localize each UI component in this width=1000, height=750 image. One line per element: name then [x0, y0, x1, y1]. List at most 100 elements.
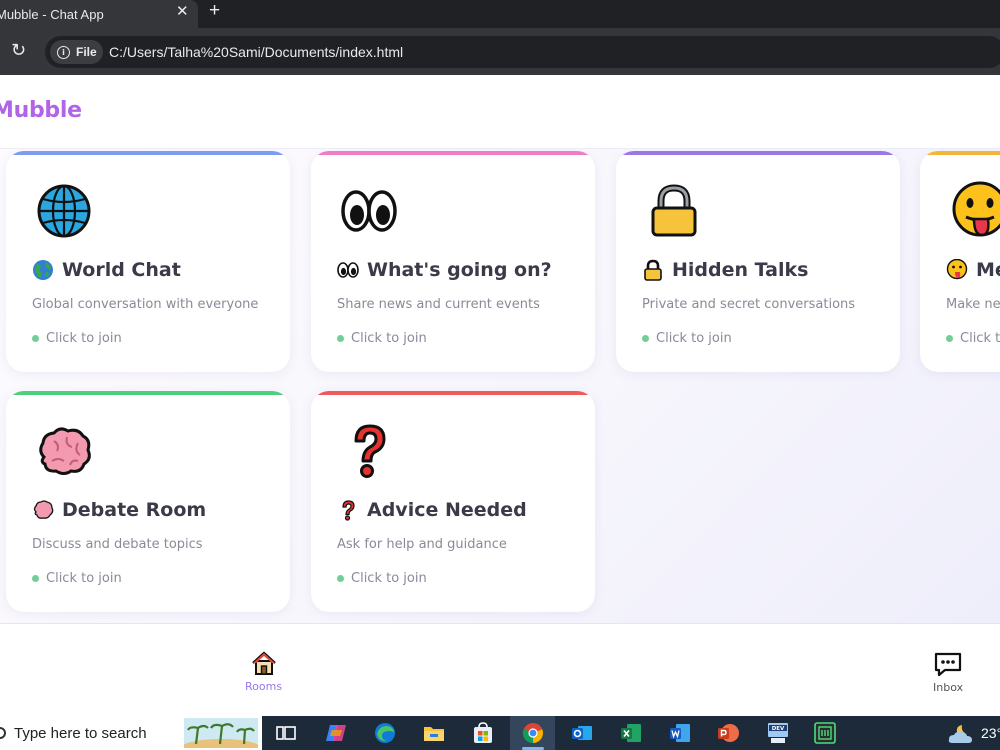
chat-bubble-icon — [934, 652, 962, 677]
room-title: Advice Needed — [337, 499, 527, 521]
join-indicator[interactable]: Click to join — [32, 571, 122, 586]
rooms-grid: World Chat Global conversation with ever… — [0, 149, 1000, 623]
room-title-text: What's going on? — [367, 259, 552, 281]
join-label: Click to join — [46, 331, 122, 346]
browser-tab[interactable]: Mubble - Chat App ✕ — [0, 0, 198, 28]
nav-inbox[interactable]: Inbox — [933, 649, 963, 694]
status-dot — [32, 575, 39, 582]
svg-text:DEV: DEV — [772, 726, 785, 732]
search-highlight-art — [184, 718, 258, 748]
task-view-icon[interactable] — [274, 721, 298, 745]
room-card-hidden-talks[interactable]: Hidden Talks Private and secret conversa… — [616, 151, 900, 372]
room-title-text: Advice Needed — [367, 499, 527, 521]
question-icon — [339, 421, 399, 481]
small-brain-icon — [32, 499, 54, 521]
room-card-debate-room[interactable]: Debate Room Discuss and debate topics Cl… — [6, 391, 290, 612]
card-accent-bar — [6, 391, 290, 395]
search-placeholder: Type here to search — [14, 724, 147, 742]
join-label: Click to — [960, 331, 1000, 346]
join-indicator[interactable]: Click to — [946, 331, 1000, 346]
join-label: Click to join — [351, 571, 427, 586]
room-card-world-chat[interactable]: World Chat Global conversation with ever… — [6, 151, 290, 372]
status-dot — [337, 575, 344, 582]
room-description: Share news and current events — [337, 297, 540, 312]
join-indicator[interactable]: Click to join — [337, 331, 427, 346]
excel-icon[interactable] — [619, 721, 643, 745]
tab-title: Mubble - Chat App — [0, 6, 104, 22]
app-header: Mubble — [0, 75, 1000, 149]
site-info-chip[interactable]: i File — [50, 40, 103, 64]
small-question-icon — [337, 499, 359, 521]
room-title-text: Me — [976, 259, 1000, 281]
browser-tab-strip: Mubble - Chat App ✕ + — [0, 0, 1000, 28]
nav-inbox-label: Inbox — [933, 681, 964, 694]
small-lock-icon — [642, 259, 664, 281]
chrome-icon[interactable] — [521, 721, 545, 745]
lock-icon — [644, 181, 704, 241]
word-icon[interactable] — [668, 721, 692, 745]
powerpoint-icon[interactable] — [716, 721, 740, 745]
store-icon[interactable] — [471, 721, 495, 745]
status-dot — [946, 335, 953, 342]
room-description: Global conversation with everyone — [32, 297, 259, 312]
room-title: Debate Room — [32, 499, 206, 521]
close-tab-icon[interactable]: ✕ — [176, 2, 189, 20]
terminal-icon[interactable] — [813, 721, 837, 745]
tongue-face-icon — [950, 181, 1000, 241]
outlook-icon[interactable] — [570, 721, 594, 745]
card-accent-bar — [311, 151, 595, 155]
browser-toolbar: ↻ i File C:/Users/Talha%20Sami/Documents… — [0, 28, 1000, 75]
url-text[interactable]: C:/Users/Talha%20Sami/Documents/index.ht… — [109, 44, 403, 60]
copilot-icon[interactable] — [324, 721, 348, 745]
room-title-text: Debate Room — [62, 499, 207, 521]
join-label: Click to join — [46, 571, 122, 586]
room-title: What's going on? — [337, 259, 552, 281]
join-indicator[interactable]: Click to join — [32, 331, 122, 346]
reload-icon[interactable]: ↻ — [11, 40, 26, 61]
join-indicator[interactable]: Click to join — [337, 571, 427, 586]
file-explorer-icon[interactable] — [422, 721, 446, 745]
temperature-readout: 23° — [981, 725, 1000, 741]
dev-tool-icon[interactable]: DEV — [766, 721, 790, 745]
card-accent-bar — [311, 391, 595, 395]
room-title: Me — [946, 259, 1000, 281]
info-icon: i — [57, 45, 70, 59]
join-label: Click to join — [351, 331, 427, 346]
join-indicator[interactable]: Click to join — [642, 331, 732, 346]
room-card-advice-needed[interactable]: Advice Needed Ask for help and guidance … — [311, 391, 595, 612]
room-card-fun[interactable]: Me Make ne Click to — [920, 151, 1000, 372]
bottom-nav: Rooms Inbox — [0, 623, 1000, 716]
os-taskbar: Type here to search DEV 23° — [0, 716, 1000, 750]
room-description: Make ne — [946, 297, 1000, 312]
card-accent-bar — [6, 151, 290, 155]
weather-cloud-moon-icon[interactable] — [948, 723, 974, 745]
room-title: Hidden Talks — [642, 259, 808, 281]
nav-rooms[interactable]: Rooms — [245, 648, 282, 693]
app-logo[interactable]: Mubble — [0, 98, 82, 123]
edge-icon[interactable] — [373, 721, 397, 745]
small-tongue-face-icon — [946, 259, 968, 281]
search-icon — [0, 727, 6, 739]
new-tab-button[interactable]: + — [209, 0, 220, 22]
status-dot — [642, 335, 649, 342]
status-dot — [32, 335, 39, 342]
room-description: Ask for help and guidance — [337, 537, 507, 552]
room-description: Discuss and debate topics — [32, 537, 203, 552]
taskbar-search[interactable]: Type here to search — [0, 716, 262, 750]
small-eyes-icon — [337, 259, 359, 281]
nav-rooms-label: Rooms — [245, 680, 283, 693]
room-title-text: Hidden Talks — [672, 259, 809, 281]
room-card-whats-going-on[interactable]: What's going on? Share news and current … — [311, 151, 595, 372]
brain-icon — [34, 421, 94, 481]
status-dot — [337, 335, 344, 342]
room-description: Private and secret conversations — [642, 297, 856, 312]
join-label: Click to join — [656, 331, 732, 346]
address-bar[interactable]: i File C:/Users/Talha%20Sami/Documents/i… — [45, 36, 1000, 68]
site-info-label: File — [76, 45, 97, 59]
room-title: World Chat — [32, 259, 181, 281]
room-title-text: World Chat — [62, 259, 181, 281]
earth-icon — [32, 259, 54, 281]
eyes-icon — [339, 181, 399, 241]
card-accent-bar — [920, 151, 1000, 155]
card-accent-bar — [616, 151, 900, 155]
